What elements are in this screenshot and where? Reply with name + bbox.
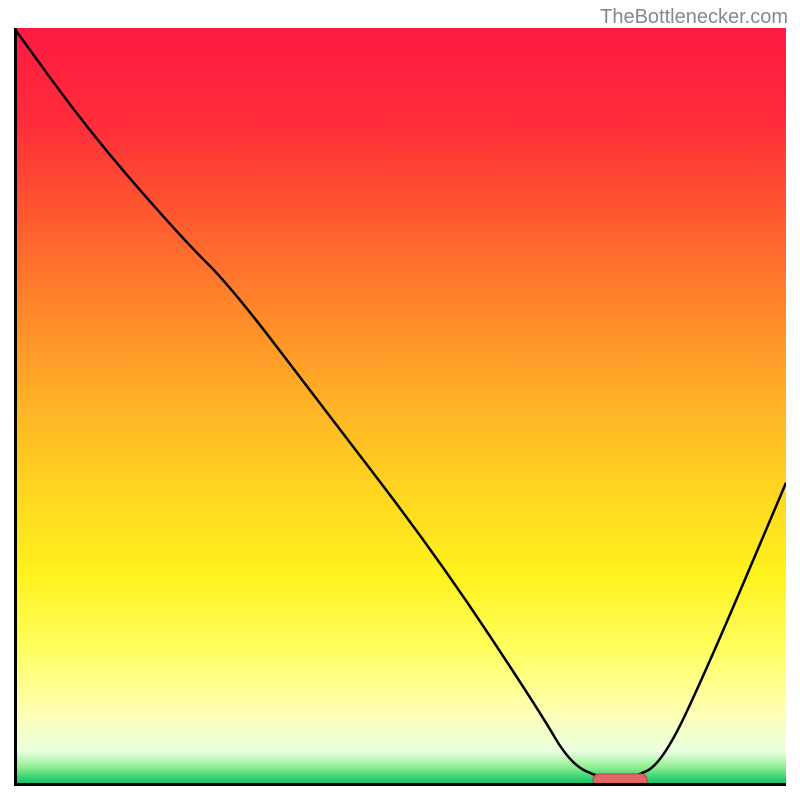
watermark-text: TheBottlenecker.com <box>600 6 788 29</box>
bottleneck-curve <box>14 28 786 778</box>
chart-area <box>14 28 786 786</box>
chart-plot <box>14 28 786 786</box>
optimal-marker <box>593 774 647 786</box>
